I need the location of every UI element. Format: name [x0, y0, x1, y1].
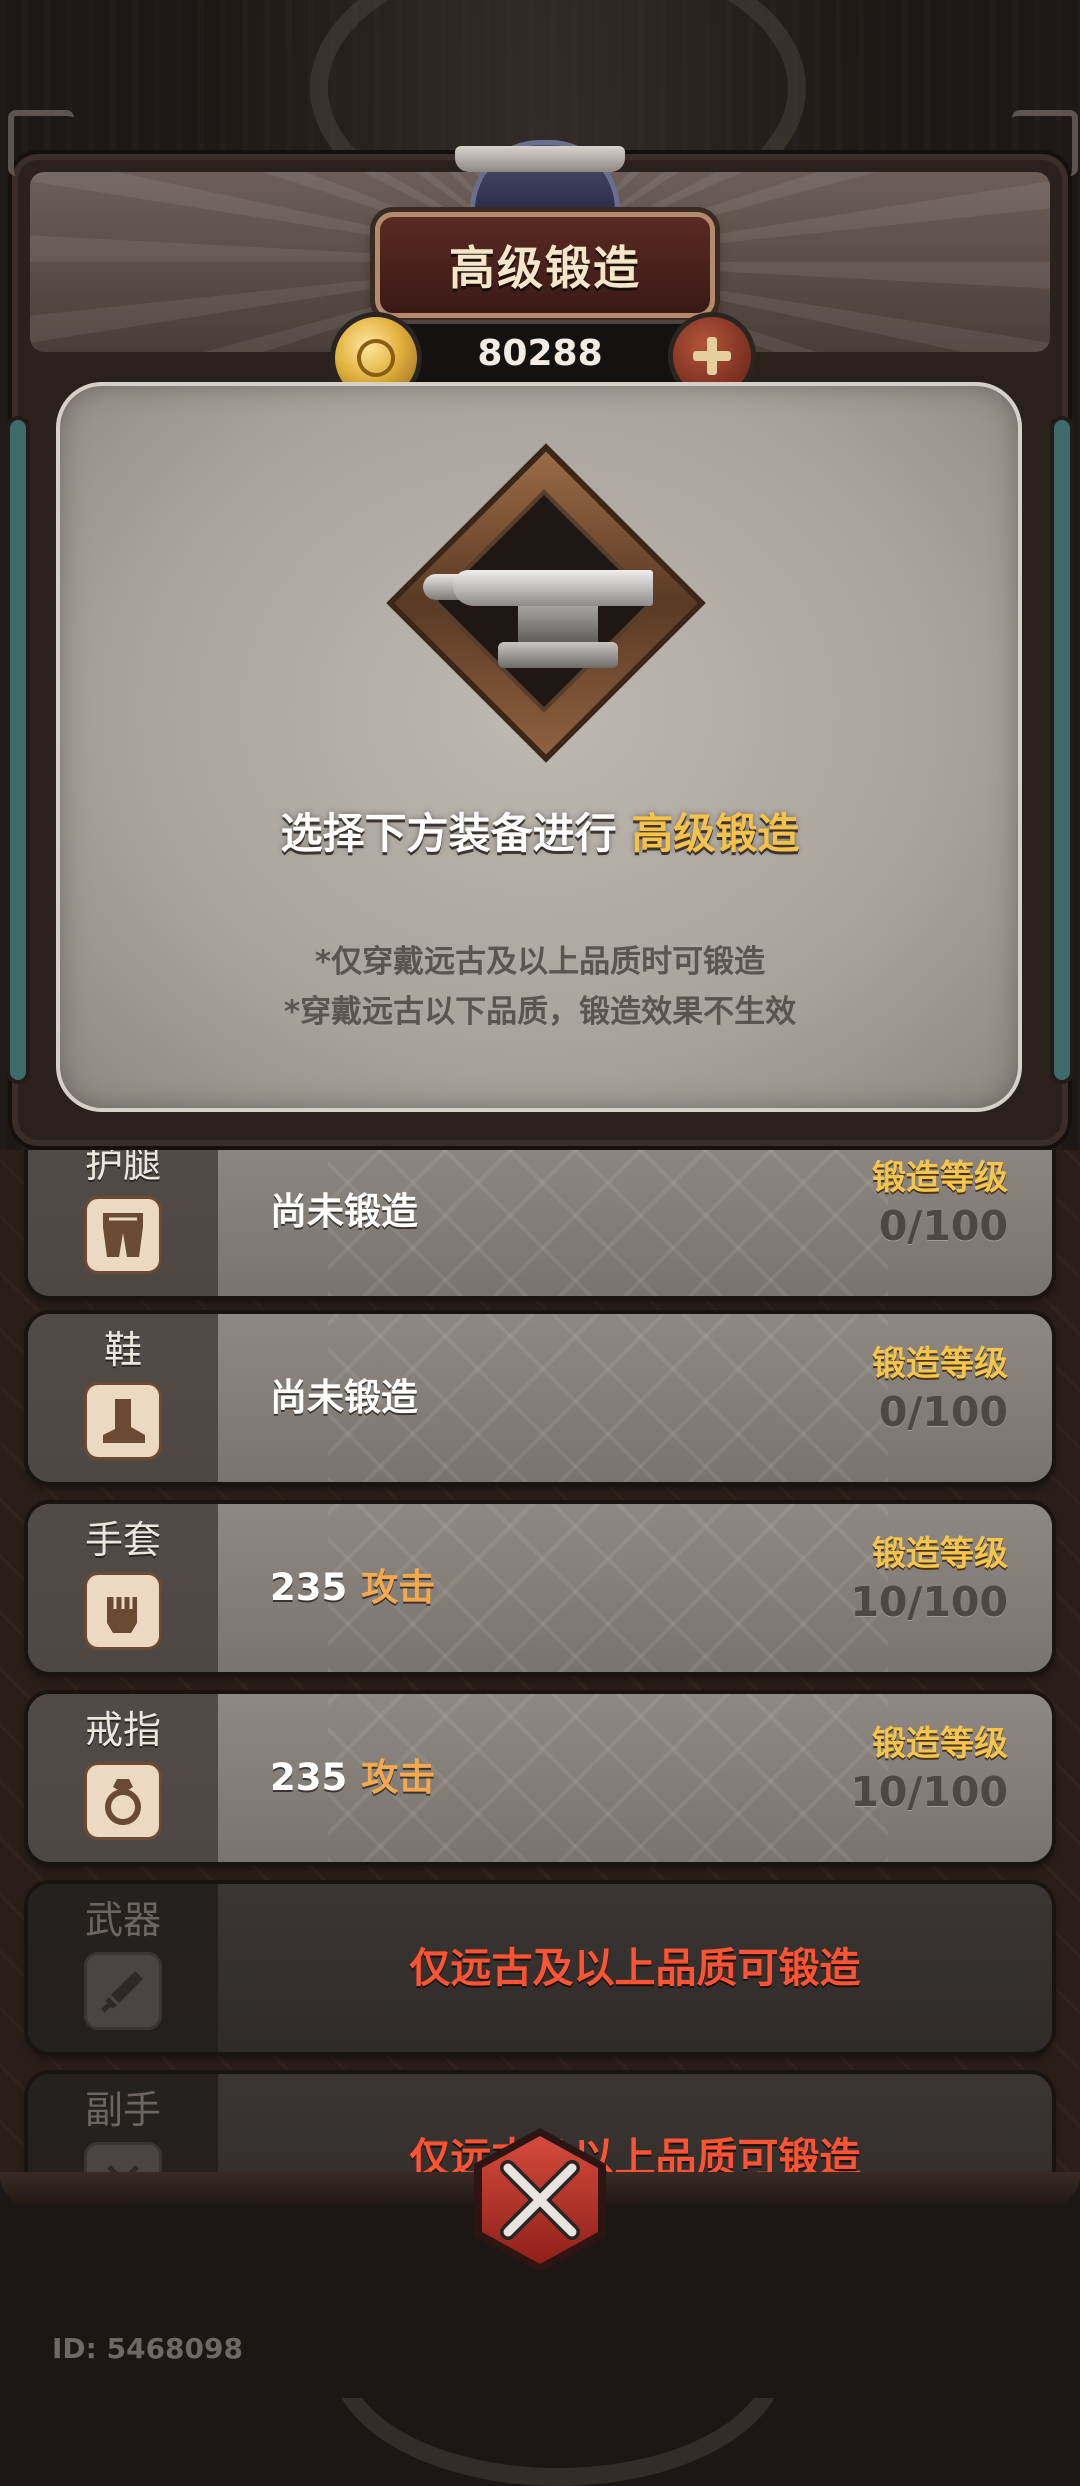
slot-box: 护腿	[28, 1150, 218, 1296]
frame-rail-right	[1054, 420, 1070, 1080]
anvil-emblem	[383, 440, 706, 763]
slot-name: 护腿	[84, 1150, 161, 1186]
page-title: 高级锻造	[449, 241, 641, 295]
slot-name: 手套	[84, 1518, 161, 1562]
equipment-row-boots[interactable]: 鞋 尚未锻造 锻造等级 0/100	[28, 1314, 1052, 1482]
slot-box: 鞋	[28, 1314, 218, 1482]
forge-status: 尚未锻造	[270, 1190, 418, 1233]
bonus-label: 攻击	[361, 1756, 436, 1799]
forge-level-label: 锻造等级	[872, 1534, 1008, 1574]
currency-value: 80288	[477, 333, 603, 374]
slot-box: 武器	[28, 1884, 218, 2052]
slot-box: 副手	[28, 2074, 218, 2180]
equipment-row-leg-armor[interactable]: 护腿 尚未锻造 锻造等级 0/100	[28, 1150, 1052, 1296]
slot-box: 手套	[28, 1504, 218, 1672]
forge-level-label: 锻造等级	[872, 1344, 1008, 1384]
slot-box: 戒指	[28, 1694, 218, 1862]
locked-message: 仅远古及以上品质可锻造	[409, 1944, 861, 1992]
forge-bonus: 235 攻击	[270, 1694, 435, 1862]
equipment-row-gloves[interactable]: 手套 235 攻击 锻造等级 10/100	[28, 1504, 1052, 1672]
forge-level-label: 锻造等级	[872, 1724, 1008, 1764]
slot-name: 武器	[84, 1898, 161, 1942]
forge-level-value: 10/100	[850, 1578, 1008, 1626]
equipment-row-weapon[interactable]: 武器 仅远古及以上品质可锻造	[28, 1884, 1052, 2052]
anvil-icon	[423, 570, 663, 680]
slot-name: 戒指	[84, 1708, 161, 1752]
forge-level-value: 0/100	[878, 1388, 1008, 1436]
title-plate: 高级锻造	[375, 212, 715, 318]
ring-icon	[84, 1762, 162, 1840]
fist-icon	[84, 1572, 162, 1650]
title-anvil-icon	[455, 146, 625, 172]
boot-icon	[84, 1382, 162, 1460]
forge-level-label: 锻造等级	[872, 1158, 1008, 1198]
forge-status: 尚未锻造	[270, 1376, 418, 1419]
forge-bonus: 235 攻击	[270, 1504, 435, 1672]
frame-corner	[1012, 110, 1078, 176]
bonus-value: 235	[270, 1756, 348, 1799]
slot-name: 鞋	[103, 1328, 142, 1372]
bonus-value: 235	[270, 1566, 348, 1609]
equipment-list[interactable]: 护腿 尚未锻造 锻造等级 0/100 鞋 尚未锻造 锻造等级 0/100 手套	[0, 1150, 1080, 2180]
quality-note: *穿戴远古以下品质，锻造效果不生效	[283, 994, 797, 1030]
user-id: ID: 5468098	[52, 2332, 243, 2365]
forge-level-value: 10/100	[850, 1768, 1008, 1816]
close-button[interactable]	[470, 2128, 610, 2272]
quality-note: *仅穿戴远古及以上品质时可锻造	[314, 944, 766, 980]
frame-corner	[8, 110, 74, 176]
crossed-swords-close-icon	[500, 2160, 580, 2240]
equipment-row-ring[interactable]: 戒指 235 攻击 锻造等级 10/100	[28, 1694, 1052, 1862]
instruction-prefix: 选择下方装备进行	[280, 809, 617, 858]
instruction-highlight: 高级锻造	[631, 809, 800, 858]
locked-message: 仅远古及以上品质可锻造	[409, 2134, 861, 2180]
plus-icon	[693, 337, 731, 375]
instruction-text: 选择下方装备进行 高级锻造	[60, 800, 1020, 861]
slot-name: 副手	[84, 2088, 161, 2132]
frame-rail-left	[10, 420, 26, 1080]
forge-panel: 高级锻造 80288 选择下方装备进行 高级锻造 *仅穿戴远古及以上品质时可锻造…	[0, 100, 1080, 1150]
sword-icon	[84, 1952, 162, 2030]
forge-level-value: 0/100	[878, 1202, 1008, 1250]
leg-armor-icon	[84, 1196, 162, 1274]
bonus-label: 攻击	[361, 1566, 436, 1609]
